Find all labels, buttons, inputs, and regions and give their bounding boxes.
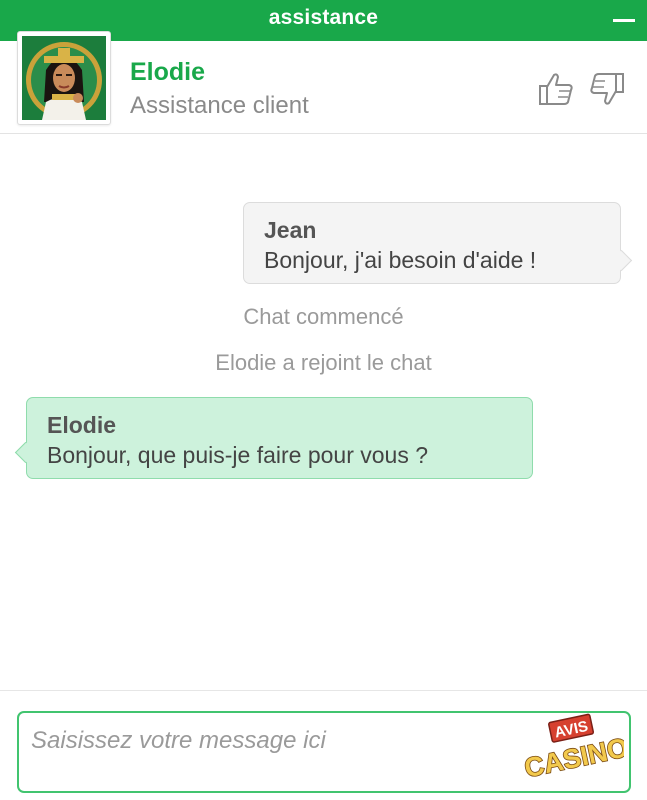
agent-message-bubble: Elodie Bonjour, que puis-je faire pour v… (26, 397, 533, 479)
message-sender: Elodie (47, 412, 117, 438)
agent-header: Elodie Assistance client (0, 31, 647, 134)
minus-icon[interactable] (613, 19, 635, 22)
agent-avatar (17, 31, 111, 125)
user-message-bubble: Jean Bonjour, j'ai besoin d'aide ! (243, 202, 621, 284)
message-list[interactable]: Jean Bonjour, j'ai besoin d'aide ! Chat … (0, 134, 647, 690)
message-text: Bonjour, j'ai besoin d'aide ! (264, 247, 537, 273)
avis-casino-watermark: AVIS CASINO (521, 712, 632, 784)
system-message: Elodie a rejoint le chat (215, 350, 432, 375)
svg-text:CASINO: CASINO (524, 732, 624, 782)
message-sender: Jean (264, 217, 317, 243)
window-title: assistance (268, 6, 379, 29)
agent-role: Assistance client (130, 92, 309, 119)
agent-name: Elodie (130, 58, 206, 86)
pharaoh-queen-avatar-icon (22, 36, 106, 120)
system-message: Chat commencé (243, 304, 404, 329)
thumbs-up-icon[interactable] (537, 71, 575, 107)
thumbs-down-icon[interactable] (588, 71, 626, 107)
message-text: Bonjour, que puis-je faire pour vous ? (47, 442, 429, 468)
